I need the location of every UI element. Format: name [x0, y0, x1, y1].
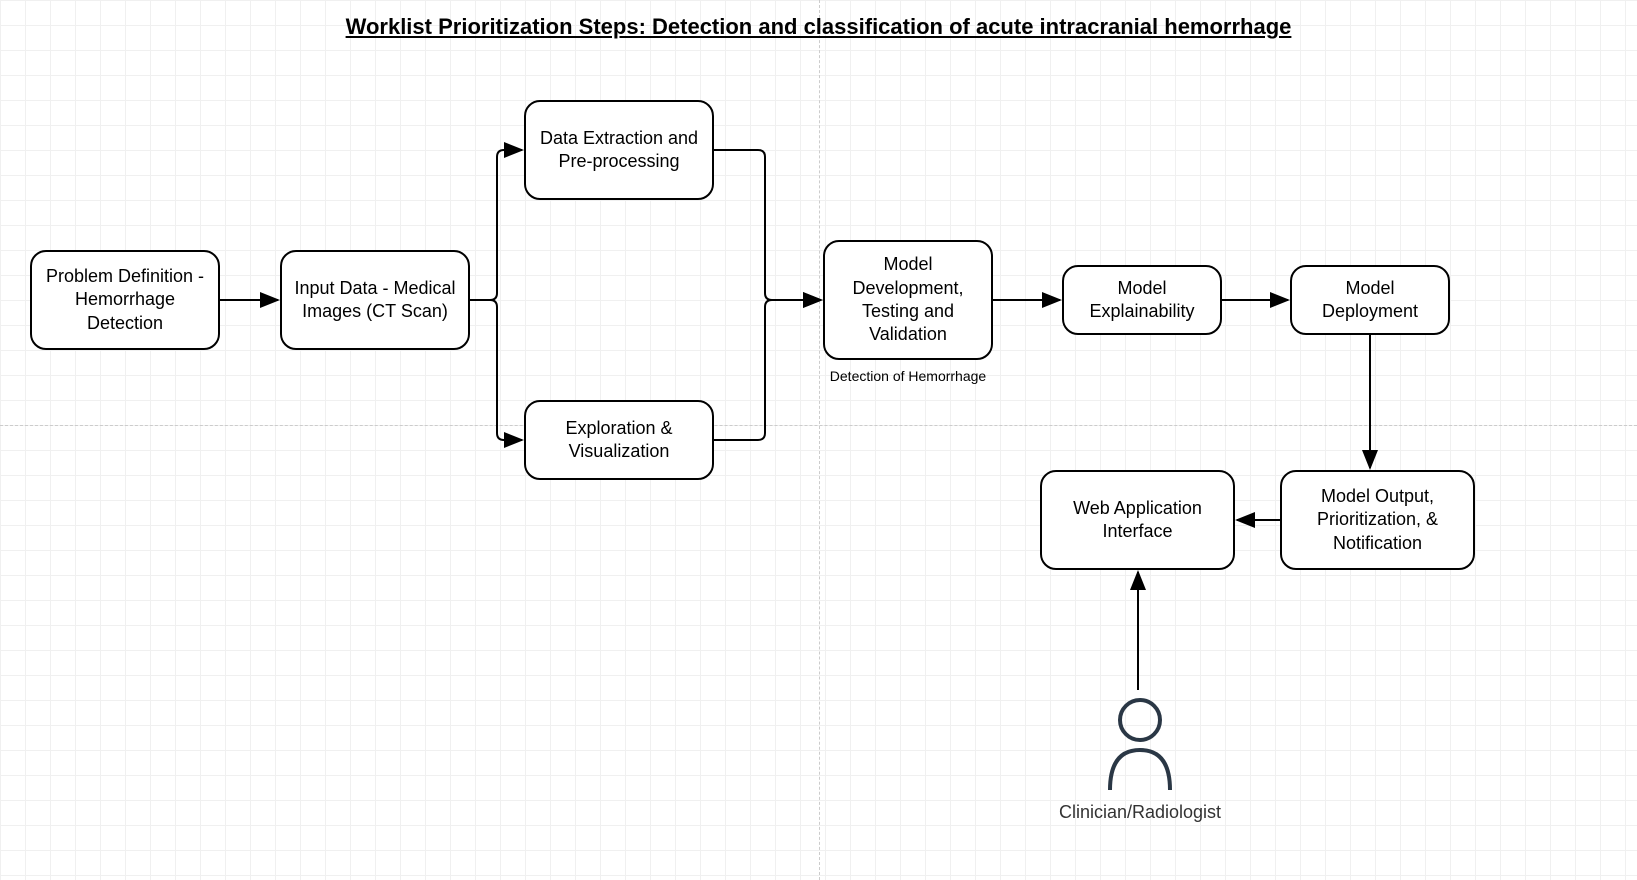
model-dev-caption: Detection of Hemorrhage — [828, 368, 988, 384]
node-model-deployment: Model Deployment — [1290, 265, 1450, 335]
node-model-output: Model Output, Prioritization, & Notifica… — [1280, 470, 1475, 570]
person-icon — [1100, 695, 1180, 800]
vertical-divider — [819, 0, 820, 880]
node-label: Model Deployment — [1302, 277, 1438, 324]
node-label: Exploration & Visualization — [536, 417, 702, 464]
node-label: Web Application Interface — [1052, 497, 1223, 544]
node-exploration: Exploration & Visualization — [524, 400, 714, 480]
node-label: Data Extraction and Pre-processing — [536, 127, 702, 174]
node-problem-definition: Problem Definition - Hemorrhage Detectio… — [30, 250, 220, 350]
node-input-data: Input Data - Medical Images (CT Scan) — [280, 250, 470, 350]
person-label: Clinician/Radiologist — [1040, 802, 1240, 823]
diagram-title: Worklist Prioritization Steps: Detection… — [346, 14, 1292, 40]
node-label: Model Development, Testing and Validatio… — [835, 253, 981, 347]
node-label: Model Output, Prioritization, & Notifica… — [1292, 485, 1463, 555]
node-model-development: Model Development, Testing and Validatio… — [823, 240, 993, 360]
node-model-explainability: Model Explainability — [1062, 265, 1222, 335]
node-data-extraction: Data Extraction and Pre-processing — [524, 100, 714, 200]
node-label: Model Explainability — [1074, 277, 1210, 324]
node-label: Input Data - Medical Images (CT Scan) — [292, 277, 458, 324]
node-web-app: Web Application Interface — [1040, 470, 1235, 570]
node-label: Problem Definition - Hemorrhage Detectio… — [42, 265, 208, 335]
horizontal-divider — [0, 425, 1637, 426]
